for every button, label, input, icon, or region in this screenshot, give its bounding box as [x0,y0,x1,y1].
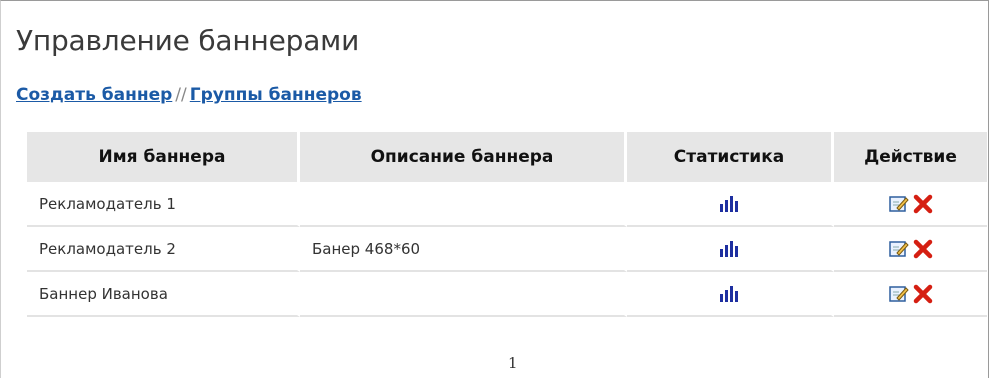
create-banner-link[interactable]: Создать баннер [16,85,172,105]
delete-icon[interactable] [913,239,933,259]
banner-name: Баннер Иванова [27,272,300,317]
stats-cell [627,182,834,227]
banner-name: Рекламодатель 2 [27,227,300,272]
table-row: Рекламодатель 1 [27,182,987,227]
banners-table: Имя баннера Описание баннера Статистика … [27,132,987,317]
link-separator: // [175,85,187,105]
action-links: Создать баннер//Группы баннеров [16,85,362,105]
banner-description: Банер 468*60 [300,227,627,272]
page-number[interactable]: 1 [508,354,518,372]
column-header-statistics: Статистика [627,132,834,182]
page-title: Управление баннерами [16,24,360,57]
bar-chart-icon[interactable] [720,286,738,302]
table-row: Рекламодатель 2 Банер 468*60 [27,227,987,272]
actions-cell [834,227,987,272]
stats-cell [627,227,834,272]
stats-cell [627,272,834,317]
delete-icon[interactable] [913,194,933,214]
column-header-description: Описание баннера [300,132,627,182]
table-header-row: Имя баннера Описание баннера Статистика … [27,132,987,182]
banner-name: Рекламодатель 1 [27,182,300,227]
actions-cell [834,272,987,317]
delete-icon[interactable] [913,284,933,304]
column-header-action: Действие [834,132,987,182]
edit-icon[interactable] [888,240,909,258]
bar-chart-icon[interactable] [720,196,738,212]
table-row: Баннер Иванова [27,272,987,317]
column-header-name: Имя баннера [27,132,300,182]
edit-icon[interactable] [888,195,909,213]
actions-cell [834,182,987,227]
bar-chart-icon[interactable] [720,241,738,257]
banner-description [300,182,627,227]
banner-description [300,272,627,317]
edit-icon[interactable] [888,285,909,303]
banner-groups-link[interactable]: Группы баннеров [190,85,362,105]
